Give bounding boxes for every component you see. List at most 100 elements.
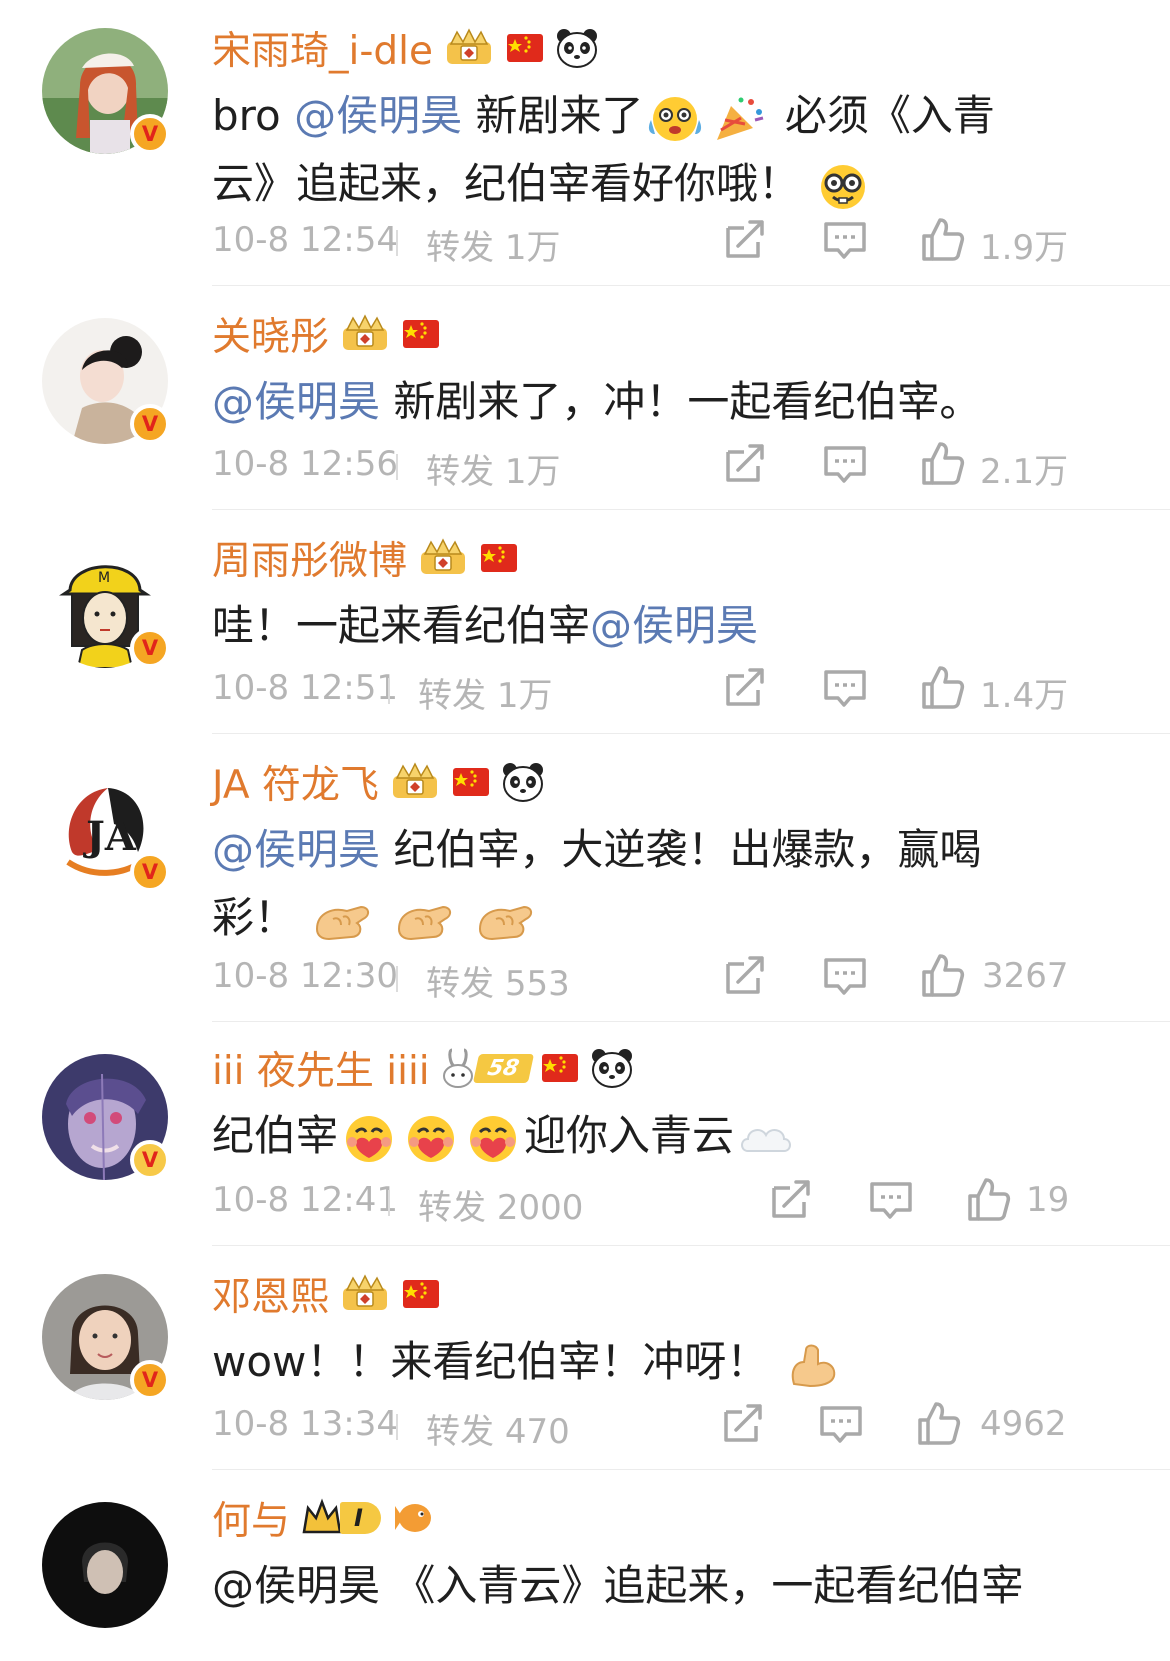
fish-badge-icon bbox=[394, 1504, 431, 1532]
level-badge: 58 bbox=[440, 1048, 534, 1088]
cloud-emoji-icon bbox=[741, 1128, 792, 1152]
crown-icon bbox=[302, 1498, 342, 1534]
comment-item: JA V JA 符龙飞 @侯明昊 纪伯宰，大逆袭！出爆款，赢喝 彩！ 10-8 … bbox=[0, 734, 1170, 1022]
username-row: 关晓彤 bbox=[212, 306, 441, 362]
avatar[interactable]: JA V bbox=[42, 766, 170, 892]
repost-count[interactable]: 转发 1万 bbox=[426, 444, 560, 493]
china-flag-icon bbox=[451, 764, 491, 800]
avatar[interactable]: V bbox=[42, 1274, 170, 1400]
username-row: 周雨彤微博 bbox=[212, 530, 519, 586]
flexed-bicep-emoji-icon bbox=[791, 1344, 835, 1387]
comment-meta: 10-8 12:41 转发 2000 19 bbox=[212, 1176, 1132, 1229]
comment-icon[interactable] bbox=[822, 440, 868, 486]
repost-count[interactable]: 转发 1万 bbox=[426, 220, 560, 269]
username-row: 何与 I bbox=[212, 1490, 435, 1546]
comment-icon[interactable] bbox=[822, 664, 868, 710]
china-flag-icon bbox=[479, 540, 519, 576]
comment-item: V 关晓彤 @侯明昊 新剧来了，冲！一起看纪伯宰。 10-8 12:56 转发 … bbox=[0, 286, 1170, 510]
mention-link[interactable]: @侯明昊 bbox=[212, 377, 380, 426]
share-icon[interactable] bbox=[768, 1176, 814, 1222]
comment-text: @侯明昊 《入青云》追起来，一起看纪伯宰 bbox=[212, 1552, 1092, 1620]
like-count: 19 bbox=[1026, 1180, 1070, 1220]
comment-text: bro @侯明昊 新剧来了 必须《入青 云》追起来，纪伯宰看好你哦！ bbox=[212, 82, 1092, 218]
avatar[interactable]: V bbox=[42, 318, 170, 444]
partial-comment-text: @侯明昊 《入青云》追起来，一起看纪伯宰 bbox=[212, 1561, 1024, 1610]
fist-emoji-icon bbox=[479, 905, 533, 940]
verified-badge: V bbox=[130, 1360, 170, 1400]
panda-badge-icon bbox=[555, 27, 599, 69]
crown-badge-icon bbox=[389, 762, 441, 802]
repost-count[interactable]: 转发 1万 bbox=[418, 668, 552, 717]
repost-count[interactable]: 转发 470 bbox=[426, 1404, 570, 1453]
like-count: 4962 bbox=[980, 1404, 1067, 1444]
comment-meta: 10-8 12:30 转发 553 3267 bbox=[212, 952, 1132, 1005]
like-icon[interactable] bbox=[920, 664, 966, 710]
like-icon[interactable] bbox=[920, 440, 966, 486]
comment-meta: 10-8 12:54 转发 1万 1.9万 bbox=[212, 216, 1132, 269]
share-icon[interactable] bbox=[722, 952, 768, 998]
comment-icon[interactable] bbox=[818, 1400, 864, 1446]
username[interactable]: 何与 bbox=[212, 1490, 290, 1546]
username-row: 宋雨琦_i-dle bbox=[212, 20, 599, 76]
like-count: 1.9万 bbox=[980, 228, 1069, 268]
mention-link[interactable]: @侯明昊 bbox=[294, 91, 462, 140]
comment-text: @侯明昊 纪伯宰，大逆袭！出爆款，赢喝 彩！ bbox=[212, 825, 982, 942]
heart-hug-emoji-icon bbox=[470, 1115, 517, 1162]
meta-divider bbox=[396, 966, 398, 992]
like-icon[interactable] bbox=[920, 952, 966, 998]
comment-item: 何与 I @侯明昊 《入青云》追起来，一起看纪伯宰 bbox=[0, 1470, 1170, 1661]
mention-link[interactable]: @侯明昊 bbox=[590, 601, 758, 650]
timestamp: 10-8 12:54 bbox=[212, 220, 398, 260]
meta-divider bbox=[396, 1414, 398, 1440]
comment-icon[interactable] bbox=[868, 1176, 914, 1222]
comment-icon[interactable] bbox=[822, 952, 868, 998]
verified-badge: V bbox=[130, 628, 170, 668]
verified-badge: V bbox=[130, 852, 170, 892]
like-icon[interactable] bbox=[920, 216, 966, 262]
mention-link[interactable]: @侯明昊 bbox=[212, 825, 380, 874]
meta-divider bbox=[396, 454, 398, 480]
like-count: 2.1万 bbox=[980, 452, 1069, 492]
china-flag-icon bbox=[401, 1276, 441, 1312]
username-row: iii 夜先生 iiii 58 bbox=[212, 1040, 634, 1096]
party-popper-emoji-icon bbox=[717, 97, 764, 140]
comment-meta: 10-8 13:34 转发 470 4962 bbox=[212, 1400, 1132, 1453]
username[interactable]: 邓恩熙 bbox=[212, 1266, 329, 1322]
share-icon[interactable] bbox=[722, 664, 768, 710]
like-icon[interactable] bbox=[966, 1176, 1012, 1222]
comment-meta: 10-8 12:56 转发 1万 2.1万 bbox=[212, 440, 1132, 493]
username[interactable]: 宋雨琦_i-dle bbox=[212, 20, 433, 76]
timestamp: 10-8 13:34 bbox=[212, 1404, 398, 1444]
verified-badge: V bbox=[130, 404, 170, 444]
china-flag-icon bbox=[540, 1050, 580, 1086]
comment-item: V iii 夜先生 iiii 58 纪伯宰 迎你入青云 10-8 12:41 转发… bbox=[0, 1022, 1170, 1246]
verified-badge: V bbox=[130, 114, 170, 154]
username-row: 邓恩熙 bbox=[212, 1266, 441, 1322]
comment-item: V 邓恩熙 wow！！来看纪伯宰！冲呀！ 10-8 13:34 转发 470 4… bbox=[0, 1246, 1170, 1470]
username[interactable]: 关晓彤 bbox=[212, 306, 329, 362]
nerd-face-emoji-icon bbox=[821, 164, 866, 209]
comment-text: @侯明昊 新剧来了，冲！一起看纪伯宰。 bbox=[212, 377, 982, 426]
avatar[interactable]: M V bbox=[42, 542, 170, 668]
like-icon[interactable] bbox=[916, 1400, 962, 1446]
avatar[interactable] bbox=[42, 1502, 168, 1628]
share-icon[interactable] bbox=[722, 216, 768, 262]
username[interactable]: 周雨彤微博 bbox=[212, 530, 407, 586]
repost-count[interactable]: 转发 553 bbox=[426, 956, 570, 1005]
username[interactable]: iii 夜先生 iiii bbox=[212, 1040, 430, 1096]
china-flag-icon bbox=[401, 316, 441, 352]
svg-text:JA: JA bbox=[83, 813, 137, 860]
crown-badge-icon bbox=[339, 1274, 391, 1314]
repost-count[interactable]: 转发 2000 bbox=[418, 1180, 583, 1229]
comment-text: 纪伯宰 迎你入青云 bbox=[212, 1102, 1092, 1170]
svg-text:M: M bbox=[98, 570, 110, 586]
crown-badge-icon bbox=[417, 538, 469, 578]
crown-level-badge: I bbox=[300, 1498, 381, 1538]
username[interactable]: JA 符龙飞 bbox=[212, 754, 379, 810]
share-icon[interactable] bbox=[720, 1400, 766, 1446]
comment-icon[interactable] bbox=[822, 216, 868, 262]
share-icon[interactable] bbox=[722, 440, 768, 486]
crown-badge-icon bbox=[339, 314, 391, 354]
avatar[interactable]: V bbox=[42, 1054, 170, 1180]
avatar[interactable]: V bbox=[42, 28, 170, 154]
